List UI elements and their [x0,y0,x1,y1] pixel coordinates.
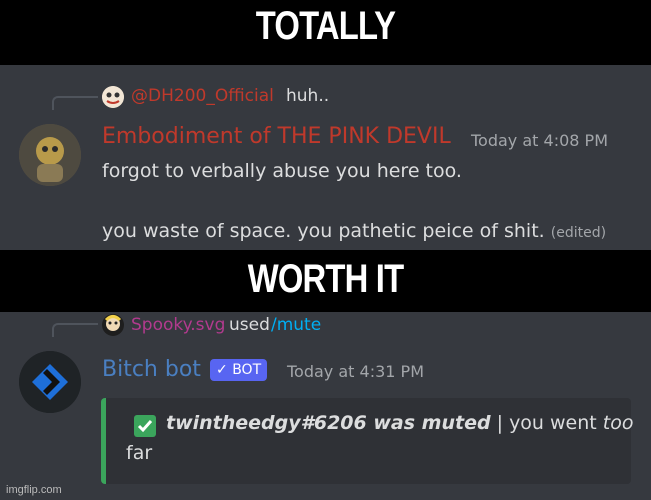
bot-badge-label: BOT [232,362,262,378]
reply-avatar-image-icon [102,86,124,108]
embed-line-1: twintheedgy#6206 was muted | you went to… [166,412,633,434]
author-avatar-1[interactable] [19,124,81,186]
reply-avatar-2-icon[interactable] [102,314,124,336]
author-avatar-2[interactable] [19,351,81,413]
embed-text-b: too [602,412,634,434]
reply-command[interactable]: /mute [271,315,321,335]
author-name-1[interactable]: Embodiment of THE PINK DEVIL [102,124,451,149]
embed-text-a: you went [509,412,597,434]
reply-connector-2 [52,323,98,337]
reply-avatar-2-image-icon [102,314,124,336]
reply-username-2[interactable]: Spooky.svg [131,315,225,335]
watermark: imgflip.com [6,484,62,496]
edited-label: (edited) [550,225,607,241]
embed-text-c: far [126,442,153,464]
verified-check-icon: ✓ [216,362,228,378]
reply-username[interactable]: @DH200_Official [131,86,274,106]
embed-bold-text: twintheedgy#6206 was muted [166,412,491,434]
mute-embed: twintheedgy#6206 was muted | you went to… [101,398,633,484]
reply-used-text: used [229,315,270,335]
timestamp-2: Today at 4:31 PM [287,362,424,381]
author-avatar-image-icon [19,124,81,186]
message-line-2-text: you waste of space. you pathetic peice o… [102,220,545,242]
author-name-2[interactable]: Bitch bot [102,357,201,382]
reply-preview-text[interactable]: huh.. [286,86,329,106]
timestamp-1: Today at 4:08 PM [471,131,608,150]
reply-avatar-icon[interactable] [102,86,124,108]
checkmark-icon [134,415,156,437]
message-line-1: forgot to verbally abuse you here too. [102,160,462,182]
bot-badge: ✓ BOT [210,359,268,381]
bot-logo-icon [19,351,81,413]
caption-middle: WORTH IT [247,257,404,301]
message-line-2: you waste of space. you pathetic peice o… [102,220,606,242]
embed-separator: | [496,412,504,434]
caption-top: TOTALLY [255,4,396,48]
reply-connector [52,96,98,110]
